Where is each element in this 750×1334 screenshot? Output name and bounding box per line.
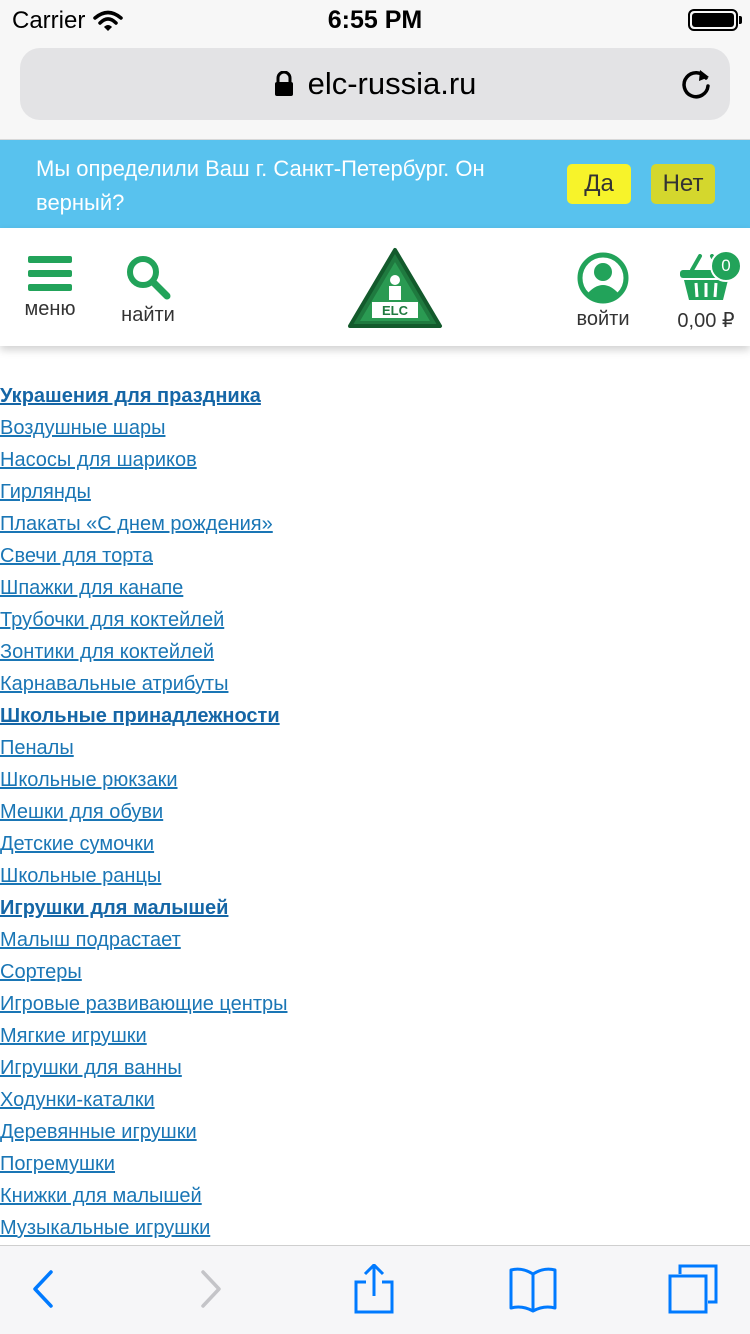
category-link[interactable]: Школьные ранцы: [0, 860, 750, 892]
login-label: войти: [576, 308, 630, 330]
category-link[interactable]: Погремушки: [0, 1148, 750, 1180]
category-link[interactable]: Мешки для обуви: [0, 796, 750, 828]
category-list: Украшения для праздника Воздушные шары Нас…: [0, 380, 750, 1244]
category-link[interactable]: Зонтики для коктейлей: [0, 636, 750, 668]
category-link[interactable]: Книжки для малышей: [0, 1180, 750, 1212]
clock: 6:55 PM: [327, 6, 423, 34]
confirm-city-yes-button[interactable]: Да: [567, 164, 631, 204]
category-link[interactable]: Детские сумочки: [0, 828, 750, 860]
category-link[interactable]: Трубочки для коктейлей: [0, 604, 750, 636]
share-icon[interactable]: [349, 1264, 399, 1314]
magnifier-icon: [127, 256, 171, 300]
back-icon[interactable]: [18, 1264, 68, 1314]
category-link[interactable]: Деревянные игрушки: [0, 1116, 750, 1148]
menu-label: меню: [24, 298, 76, 320]
cart-total: 0,00 ₽: [677, 310, 735, 332]
cart-button[interactable]: 0 0,00 ₽: [664, 228, 748, 333]
category-link[interactable]: Насосы для шариков: [0, 444, 750, 476]
hamburger-icon: [28, 256, 72, 291]
menu-button[interactable]: меню: [10, 228, 90, 321]
category-link[interactable]: Воздушные шары: [0, 412, 750, 444]
url-text: elc-russia.ru: [307, 66, 477, 101]
search-button[interactable]: найти: [110, 228, 186, 327]
browser-chrome: elc-russia.ru: [0, 40, 750, 140]
category-heading-link[interactable]: Школьные принадлежности: [0, 700, 750, 732]
browser-toolbar: [0, 1245, 750, 1334]
category-link[interactable]: Свечи для торта: [0, 540, 750, 572]
category-link[interactable]: Игровые развивающие центры: [0, 988, 750, 1020]
lock-icon: [274, 71, 293, 96]
category-link[interactable]: Пеналы: [0, 732, 750, 764]
reload-icon[interactable]: [678, 66, 714, 102]
status-bar: Carrier 6:55 PM: [0, 0, 750, 40]
forward-icon[interactable]: [186, 1264, 236, 1314]
user-icon: [577, 252, 629, 304]
category-link[interactable]: Гирлянды: [0, 476, 750, 508]
category-link[interactable]: Шпажки для канапе: [0, 572, 750, 604]
category-link[interactable]: Малыш подрастает: [0, 924, 750, 956]
category-link[interactable]: Музыкальные игрушки: [0, 1212, 750, 1244]
logo-text: ELC: [382, 303, 409, 318]
category-heading-link[interactable]: Украшения для праздника: [0, 380, 750, 412]
tabs-icon[interactable]: [668, 1264, 718, 1314]
category-link[interactable]: Карнавальные атрибуты: [0, 668, 750, 700]
category-link[interactable]: Школьные рюкзаки: [0, 764, 750, 796]
address-bar[interactable]: elc-russia.ru: [20, 48, 730, 120]
category-link[interactable]: Плакаты «С днем рождения»: [0, 508, 750, 540]
confirm-city-no-button[interactable]: Нет: [651, 164, 715, 204]
elc-logo[interactable]: ELC: [346, 246, 444, 332]
category-link[interactable]: Мягкие игрушки: [0, 1020, 750, 1052]
city-confirm-banner: Мы определили Ваш г. Санкт-Петербург. Он…: [0, 140, 750, 228]
search-label: найти: [121, 304, 175, 326]
login-button[interactable]: войти: [560, 228, 646, 331]
category-link[interactable]: Сортеры: [0, 956, 750, 988]
cart-count-badge: 0: [710, 250, 742, 282]
site-header: меню найти ELC войти 0 0,00 ₽: [0, 228, 750, 346]
city-question: Мы определили Ваш г. Санкт-Петербург. Он…: [36, 156, 485, 215]
bookmarks-icon[interactable]: [508, 1264, 558, 1314]
category-heading-link[interactable]: Игрушки для малышей: [0, 892, 750, 924]
category-link[interactable]: Игрушки для ванны: [0, 1052, 750, 1084]
battery-icon: [688, 9, 742, 31]
category-link[interactable]: Ходунки-каталки: [0, 1084, 750, 1116]
